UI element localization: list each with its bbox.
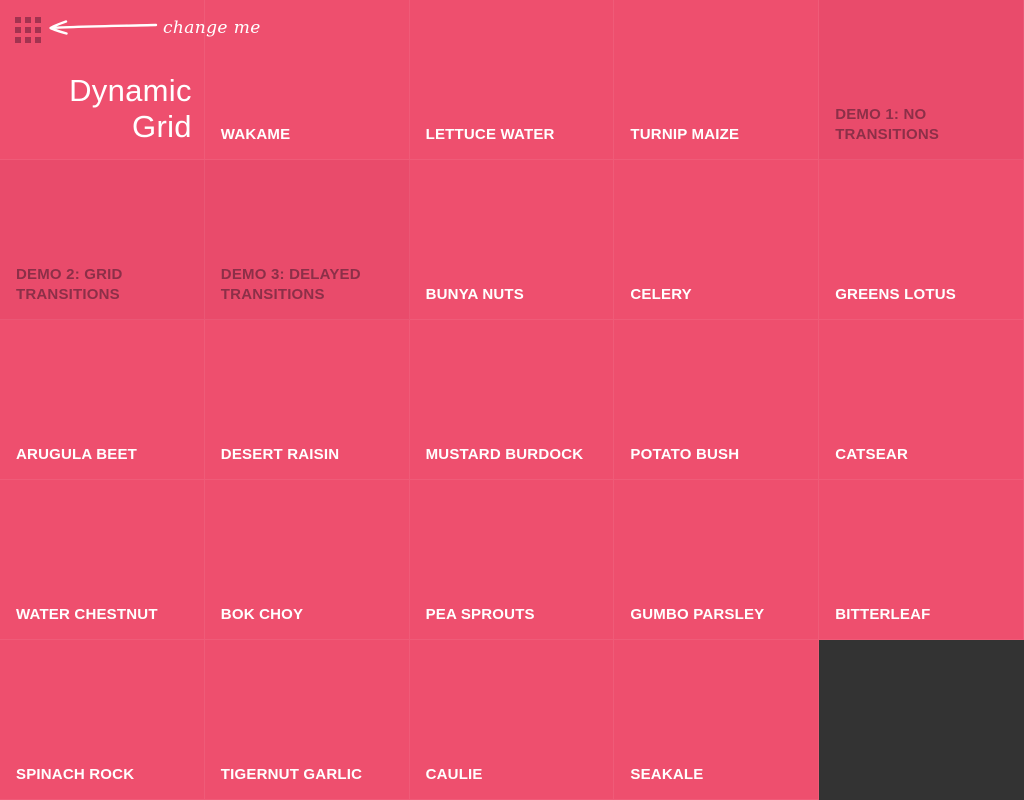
grid-cell-demo-2[interactable]: DEMO 2: GRID TRANSITIONS xyxy=(0,160,205,320)
grid-cell-label: TIGERNUT GARLIC xyxy=(220,766,363,783)
grid-cell-label: DEMO 1: NO TRANSITIONS xyxy=(835,106,940,143)
grid-cell-label: DEMO 2: GRID TRANSITIONS xyxy=(16,266,123,303)
grid-cell-label: GUMBO PARSLEY xyxy=(630,606,765,623)
grid-cell-label: SEAKALE xyxy=(630,766,704,783)
page-title-line-2: Grid xyxy=(132,109,192,144)
grid-cell-lettuce-water[interactable]: LETTUCE WATER xyxy=(409,0,615,160)
grid-cell-label: DESERT RAISIN xyxy=(220,446,340,463)
grid-cell-potato-bush[interactable]: POTATO BUSH xyxy=(614,320,820,480)
grid-cell-pea-sprouts[interactable]: PEA SPROUTS xyxy=(409,480,615,640)
grid-cell-arugula-beet[interactable]: ARUGULA BEET xyxy=(0,320,205,480)
grid-cell-spinach-rock[interactable]: SPINACH ROCK xyxy=(0,640,205,800)
grid-cell-label: CATSEAR xyxy=(835,446,908,463)
grid-cell-seakale[interactable]: SEAKALE xyxy=(614,640,820,800)
grid-cell-desert-raisin[interactable]: DESERT RAISIN xyxy=(204,320,410,480)
grid-cell-empty xyxy=(819,640,1024,800)
grid-dot xyxy=(25,37,31,43)
grid-cell-demo-3[interactable]: DEMO 3: DELAYED TRANSITIONS xyxy=(204,160,410,320)
grid-menu-icon[interactable] xyxy=(15,17,41,43)
grid-cell-caulie[interactable]: CAULIE xyxy=(409,640,615,800)
grid-dot xyxy=(35,27,41,33)
grid-cell-bunya-nuts[interactable]: BUNYA NUTS xyxy=(409,160,615,320)
grid-dot xyxy=(15,27,21,33)
grid-cell-label: DEMO 3: DELAYED TRANSITIONS xyxy=(220,266,361,303)
grid-cell-celery[interactable]: CELERY xyxy=(614,160,820,320)
grid-cell-label: BUNYA NUTS xyxy=(425,286,524,303)
grid-cell-label: ARUGULA BEET xyxy=(16,446,138,463)
grid-cell-gumbo-parsley[interactable]: GUMBO PARSLEY xyxy=(614,480,820,640)
grid-cell-label: CELERY xyxy=(630,286,692,303)
dynamic-grid: Dynamic Grid WAKAME LETTUCE WATER TURNIP M… xyxy=(0,0,1024,800)
grid-dot xyxy=(15,37,21,43)
grid-cell-brand[interactable]: Dynamic Grid xyxy=(0,0,205,160)
grid-cell-label: GREENS LOTUS xyxy=(835,286,956,303)
grid-cell-label: BOK CHOY xyxy=(220,606,304,623)
grid-dot xyxy=(35,17,41,23)
grid-cell-label: PEA SPROUTS xyxy=(425,606,535,623)
grid-cell-label: WAKAME xyxy=(220,126,291,143)
grid-cell-greens-lotus[interactable]: GREENS LOTUS xyxy=(819,160,1024,320)
app-root: Dynamic Grid WAKAME LETTUCE WATER TURNIP M… xyxy=(0,0,1024,800)
grid-dot xyxy=(35,37,41,43)
page-title-line-1: Dynamic xyxy=(69,73,192,108)
grid-cell-tigernut-garlic[interactable]: TIGERNUT GARLIC xyxy=(204,640,410,800)
grid-dot xyxy=(15,17,21,23)
grid-cell-demo-1[interactable]: DEMO 1: NO TRANSITIONS xyxy=(819,0,1024,160)
grid-cell-label: LETTUCE WATER xyxy=(425,126,555,143)
grid-cell-label: CAULIE xyxy=(425,766,483,783)
grid-cell-turnip-maize[interactable]: TURNIP MAIZE xyxy=(614,0,820,160)
grid-cell-mustard-burdock[interactable]: MUSTARD BURDOCK xyxy=(409,320,615,480)
grid-dot xyxy=(25,17,31,23)
grid-cell-label: WATER CHESTNUT xyxy=(16,606,158,623)
grid-cell-bitterleaf[interactable]: BITTERLEAF xyxy=(819,480,1024,640)
grid-cell-wakame[interactable]: WAKAME xyxy=(204,0,410,160)
grid-cell-water-chestnut[interactable]: WATER CHESTNUT xyxy=(0,480,205,640)
grid-cell-label: TURNIP MAIZE xyxy=(630,126,740,143)
grid-dot xyxy=(25,27,31,33)
grid-cell-label: POTATO BUSH xyxy=(630,446,740,463)
grid-cell-bok-choy[interactable]: BOK CHOY xyxy=(204,480,410,640)
grid-cell-label: SPINACH ROCK xyxy=(16,766,135,783)
grid-cell-catsear[interactable]: CATSEAR xyxy=(819,320,1024,480)
page-title: Dynamic Grid xyxy=(12,73,192,145)
grid-cell-label: MUSTARD BURDOCK xyxy=(425,446,584,463)
grid-cell-label: BITTERLEAF xyxy=(835,606,931,623)
